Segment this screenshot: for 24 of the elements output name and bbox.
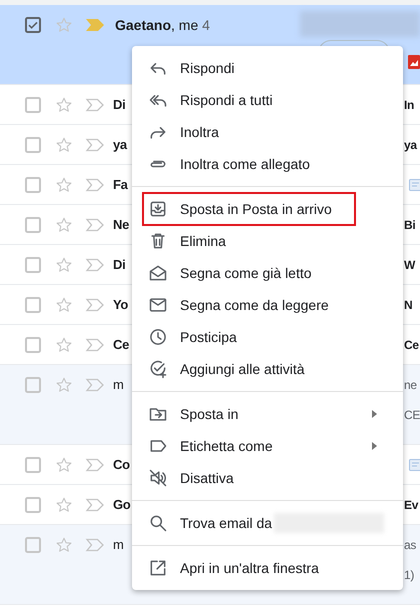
sender-name: Yo [113, 296, 128, 314]
preview-text: Ev [404, 497, 418, 513]
sender-name: Co [113, 456, 130, 474]
preview-text: ne [404, 377, 417, 393]
preview-text: W [404, 257, 416, 273]
preview-text: In [404, 97, 414, 113]
preview-text: CE [404, 407, 420, 423]
preview-text: Ce [404, 337, 419, 353]
sender-name: Go [113, 496, 130, 514]
sender-name: Ne [113, 216, 129, 234]
sender-name: m [113, 376, 124, 394]
preview-text: ya [404, 137, 417, 153]
preview-text: Bi [404, 217, 416, 233]
sender-name: ya [113, 136, 127, 154]
preview-text: 1) [404, 567, 414, 583]
highlight-outline: Sposta in Posta in arrivo [142, 192, 356, 226]
sender-name: Di [113, 96, 126, 114]
sender-name: Ce [113, 336, 129, 354]
sender-name: Gaetano, me 4 [115, 16, 210, 34]
sender-name: Di [113, 256, 126, 274]
preview-text: N [404, 297, 412, 313]
sender-name: Fa [113, 176, 128, 194]
preview-text: as [404, 537, 416, 553]
sender-name: m [113, 536, 124, 554]
